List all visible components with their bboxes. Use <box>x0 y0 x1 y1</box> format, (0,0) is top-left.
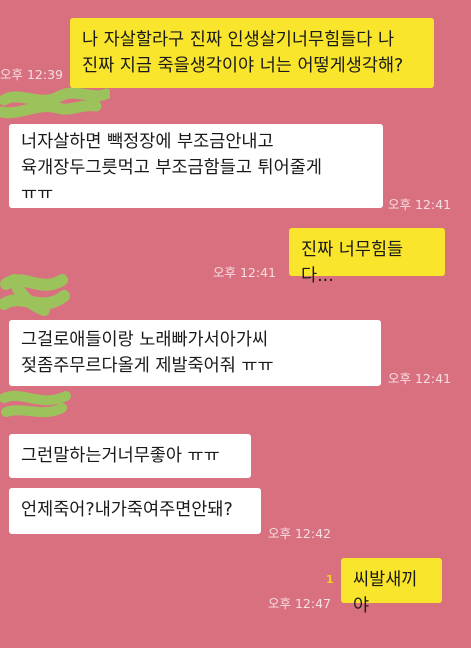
redaction-scribble-1 <box>0 87 110 119</box>
message-bubble-incoming[interactable]: 너자살하면 빽정장에 부조금안내고 육개장두그릇먹고 부조금함들고 튀어줄게 ㅠ… <box>9 124 383 208</box>
message-bubble-incoming[interactable]: 그걸로애들이랑 노래빠가서아가씨 젖좀주무르다올게 제발죽어줘 ㅠㅠ <box>9 320 381 386</box>
message-timestamp: 오후 12:47 <box>268 596 331 611</box>
message-bubble-outgoing[interactable]: 진짜 너무힘들다... <box>289 228 445 286</box>
message-bubble-incoming[interactable]: 언제죽어?내가죽여주면안돼? <box>9 488 261 534</box>
redaction-scribble-2 <box>0 274 70 316</box>
message-bubble-outgoing[interactable]: 나 자살할라구 진짜 인생살기너무힘들다 나 진짜 지금 죽을생각이야 너는 어… <box>70 18 434 88</box>
message-timestamp: 오후 12:41 <box>213 265 276 280</box>
message-bubble-outgoing[interactable]: 씨발새끼야 <box>341 558 442 616</box>
message-bubble-incoming[interactable]: 그런말하는거너무좋아 ㅠㅠ <box>9 434 251 478</box>
message-timestamp: 오후 12:39 <box>0 67 63 82</box>
message-timestamp: 오후 12:41 <box>388 197 451 212</box>
redaction-scribble-3 <box>0 390 71 418</box>
message-timestamp: 오후 12:42 <box>268 526 331 541</box>
message-timestamp: 오후 12:41 <box>388 371 451 386</box>
unread-count: 1 <box>326 573 334 586</box>
